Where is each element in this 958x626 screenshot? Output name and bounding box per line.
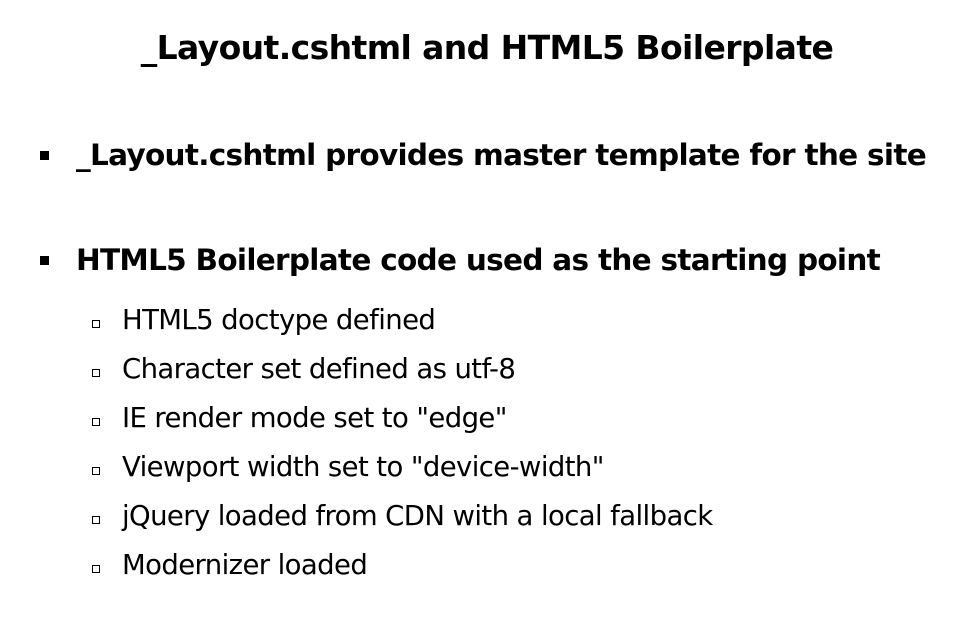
hollow-square-bullet-icon bbox=[92, 417, 100, 426]
square-bullet-icon bbox=[40, 151, 49, 161]
sub-bullet-text: Modernizer loaded bbox=[122, 548, 368, 581]
slide: _Layout.cshtml and HTML5 Boilerplate _La… bbox=[0, 0, 958, 626]
slide-title: _Layout.cshtml and HTML5 Boilerplate bbox=[140, 28, 834, 67]
sub-bullet-ie-render-mode: IE render mode set to "edge" bbox=[92, 394, 713, 443]
square-bullet-icon bbox=[40, 256, 49, 266]
bullet-text: HTML5 Boilerplate code used as the start… bbox=[76, 243, 881, 277]
hollow-square-bullet-icon bbox=[92, 466, 100, 475]
sub-bullet-modernizer: Modernizer loaded bbox=[92, 541, 713, 590]
hollow-square-bullet-icon bbox=[92, 564, 100, 573]
bullet-html5-boilerplate: HTML5 Boilerplate code used as the start… bbox=[40, 243, 881, 277]
sub-bullet-list: HTML5 doctype defined Character set defi… bbox=[92, 296, 713, 590]
sub-bullet-text: Character set defined as utf-8 bbox=[122, 352, 516, 385]
hollow-square-bullet-icon bbox=[92, 319, 100, 328]
hollow-square-bullet-icon bbox=[92, 368, 100, 377]
sub-bullet-text: jQuery loaded from CDN with a local fall… bbox=[122, 499, 713, 532]
bullet-text: _Layout.cshtml provides master template … bbox=[76, 138, 927, 172]
sub-bullet-doctype: HTML5 doctype defined bbox=[92, 296, 713, 345]
sub-bullet-text: HTML5 doctype defined bbox=[122, 303, 436, 336]
hollow-square-bullet-icon bbox=[92, 515, 100, 524]
sub-bullet-jquery: jQuery loaded from CDN with a local fall… bbox=[92, 492, 713, 541]
sub-bullet-charset: Character set defined as utf-8 bbox=[92, 345, 713, 394]
bullet-layout-template: _Layout.cshtml provides master template … bbox=[40, 138, 927, 172]
sub-bullet-text: Viewport width set to "device-width" bbox=[122, 450, 604, 483]
sub-bullet-viewport: Viewport width set to "device-width" bbox=[92, 443, 713, 492]
sub-bullet-text: IE render mode set to "edge" bbox=[122, 401, 507, 434]
